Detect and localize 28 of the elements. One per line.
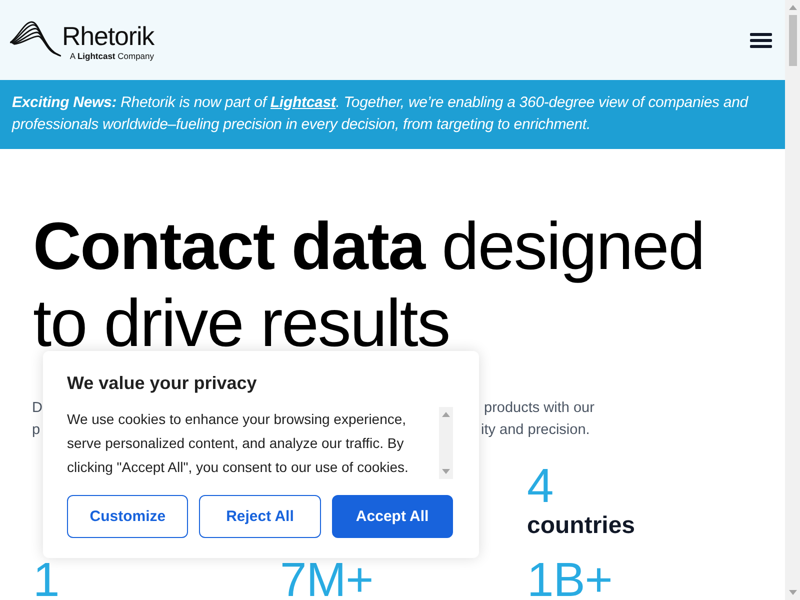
scroll-down-icon[interactable]: [788, 590, 796, 595]
news-text: Exciting News: Rhetorik is now part of Lightcast. Together, we’re enabling a 360-degree view of companies and professionals worldwide–fueling precision in every decision, from targeting to enrichment.: [12, 93, 750, 135]
intro-text: p: [32, 421, 40, 440]
stat-value: 1: [33, 563, 60, 599]
stat-value: 1B+: [527, 563, 612, 599]
accept-button[interactable]: Accept All: [332, 495, 453, 538]
scroll-up-icon[interactable]: [788, 5, 796, 10]
intro-text: products with our: [484, 399, 594, 418]
stat-value: 7M+: [280, 563, 374, 599]
scrollbar-thumb[interactable]: [788, 15, 796, 66]
logo-drawing[interactable]: [10, 20, 61, 58]
dialog-button[interactable]: Reject All: [199, 495, 321, 538]
intro-text: ity and precision.: [481, 421, 590, 440]
scroll-up-icon[interactable]: [442, 412, 450, 417]
news-link[interactable]: Lightcast: [270, 94, 336, 111]
dialog-text: We use cookies to enhance your browsing experience, serve personalized content, and analyze our traffic. By clicking "Accept All", you consent to our use of cookies.: [67, 410, 410, 477]
dialog-scrollbar[interactable]: [439, 407, 453, 479]
menu-button[interactable]: [750, 32, 772, 48]
hero-headline: Contact data designed to drive results: [33, 208, 706, 362]
stat-value: 4: [527, 469, 554, 505]
logo-wordmark[interactable]: Rhetorik: [62, 21, 154, 51]
logo-tagline: A Lightcast Company: [70, 51, 154, 61]
dialog-button[interactable]: Customize: [67, 495, 188, 538]
dialog-title: We value your privacy: [67, 372, 258, 395]
stat-label: countries: [527, 511, 636, 541]
intro-text: D: [32, 399, 42, 418]
scroll-down-icon[interactable]: [442, 469, 450, 474]
page-scrollbar[interactable]: [785, 0, 800, 600]
